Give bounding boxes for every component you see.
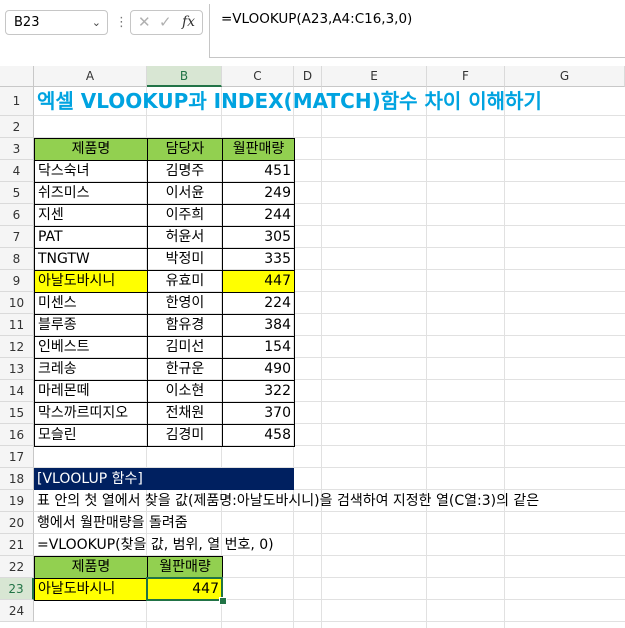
row-header-1[interactable]: 1 <box>0 87 34 116</box>
table-cell[interactable]: PAT <box>34 226 148 249</box>
gridline-col <box>426 87 427 628</box>
column-header-b[interactable]: B <box>147 66 222 87</box>
table-cell[interactable]: 전채원 <box>147 402 223 425</box>
column-header-a[interactable]: A <box>34 66 147 87</box>
enter-icon[interactable]: ✓ <box>159 11 172 34</box>
row-header-21[interactable]: 21 <box>0 534 34 556</box>
table-cell[interactable]: 유효미 <box>147 270 223 293</box>
table-header-cell: 제품명 <box>34 138 148 161</box>
description-line-1: 표 안의 첫 열에서 찾을 값(제품명:아날도바시니)을 검색하여 지정한 열(… <box>37 493 540 509</box>
table-cell[interactable]: 아날도바시니 <box>34 270 148 293</box>
row-header-7[interactable]: 7 <box>0 226 34 248</box>
table-cell[interactable]: 한영이 <box>147 292 223 315</box>
column-header-c[interactable]: C <box>222 66 294 87</box>
syntax-text: =VLOOKUP(찾을 값, 범위, 열 번호, 0) <box>37 537 274 553</box>
table-cell[interactable]: 김명주 <box>147 160 223 183</box>
row-header-13[interactable]: 13 <box>0 358 34 380</box>
row-header-14[interactable]: 14 <box>0 380 34 402</box>
table-cell[interactable]: 김미선 <box>147 336 223 359</box>
table-cell[interactable]: 인베스트 <box>34 336 148 359</box>
table-cell[interactable]: 블루종 <box>34 314 148 337</box>
table-cell[interactable]: 335 <box>222 248 295 271</box>
table-cell[interactable]: 막스까르띠지오 <box>34 402 148 425</box>
table-cell[interactable]: 224 <box>222 292 295 315</box>
column-header-g[interactable]: G <box>505 66 625 87</box>
row-header-10[interactable]: 10 <box>0 292 34 314</box>
column-header-e[interactable]: E <box>322 66 427 87</box>
table-cell[interactable]: 305 <box>222 226 295 249</box>
row-header-18[interactable]: 18 <box>0 468 34 490</box>
column-header-d[interactable]: D <box>294 66 322 87</box>
table-cell[interactable]: 닥스숙녀 <box>34 160 148 183</box>
table-cell[interactable]: 이주희 <box>147 204 223 227</box>
gridline-row <box>34 621 625 622</box>
formula-bar-area: B23 ⌄ ⋮ ✕ ✓ fx =VLOOKUP(A23,A4:C16,3,0) <box>0 0 625 67</box>
table-cell[interactable]: 크레송 <box>34 358 148 381</box>
table-cell[interactable]: 김경미 <box>147 424 223 447</box>
description-line-2: 행에서 월판매량을 돌려줌 <box>37 515 188 531</box>
row-header-2[interactable]: 2 <box>0 116 34 138</box>
gridline-col <box>321 87 322 628</box>
table-cell[interactable]: 447 <box>222 270 295 293</box>
gridline-row <box>34 115 625 116</box>
row-header-19[interactable]: 19 <box>0 490 34 512</box>
row-header-12[interactable]: 12 <box>0 336 34 358</box>
formula-buttons: ✕ ✓ fx <box>130 10 203 35</box>
cancel-icon[interactable]: ✕ <box>138 11 151 34</box>
table-header-cell: 담당자 <box>147 138 223 161</box>
row-header-24[interactable]: 24 <box>0 600 34 622</box>
table-cell[interactable]: 박정미 <box>147 248 223 271</box>
row-header-16[interactable]: 16 <box>0 424 34 446</box>
table-cell[interactable]: 허윤서 <box>147 226 223 249</box>
row-header-4[interactable]: 4 <box>0 160 34 182</box>
name-box[interactable]: B23 ⌄ <box>5 10 108 35</box>
table-cell[interactable]: 384 <box>222 314 295 337</box>
row-header-5[interactable]: 5 <box>0 182 34 204</box>
row-header-20[interactable]: 20 <box>0 512 34 534</box>
table-cell[interactable]: 322 <box>222 380 295 403</box>
lookup-value-cell[interactable]: 아날도바시니 <box>34 578 148 601</box>
chevron-down-icon[interactable]: ⌄ <box>92 11 101 34</box>
row-header-17[interactable]: 17 <box>0 446 34 468</box>
table-cell[interactable]: 쉬즈미스 <box>34 182 148 205</box>
row-header-22[interactable]: 22 <box>0 556 34 578</box>
table-cell[interactable]: 모슬린 <box>34 424 148 447</box>
more-options-icon[interactable]: ⋮ <box>115 10 128 35</box>
table-cell[interactable]: 미센스 <box>34 292 148 315</box>
formula-input[interactable]: =VLOOKUP(A23,A4:C16,3,0) <box>209 4 625 58</box>
table-cell[interactable]: 249 <box>222 182 295 205</box>
table-cell[interactable]: 함유경 <box>147 314 223 337</box>
name-box-value: B23 <box>14 15 40 30</box>
select-all-corner[interactable] <box>0 66 34 87</box>
row-header-11[interactable]: 11 <box>0 314 34 336</box>
row-header-3[interactable]: 3 <box>0 138 34 160</box>
table-cell[interactable]: 154 <box>222 336 295 359</box>
insert-function-icon[interactable]: fx <box>182 11 195 34</box>
lookup-header-cell: 제품명 <box>34 556 148 579</box>
table-cell[interactable]: 이소현 <box>147 380 223 403</box>
table-header-cell: 월판매량 <box>222 138 295 161</box>
table-cell[interactable]: 490 <box>222 358 295 381</box>
row-header-9[interactable]: 9 <box>0 270 34 292</box>
gridline-col <box>504 87 505 628</box>
table-cell[interactable]: 지센 <box>34 204 148 227</box>
active-cell-selection <box>146 577 223 601</box>
table-cell[interactable]: 이서윤 <box>147 182 223 205</box>
table-cell[interactable]: 마레몬떼 <box>34 380 148 403</box>
row-header-23[interactable]: 23 <box>0 578 34 600</box>
column-header-f[interactable]: F <box>427 66 505 87</box>
table-cell[interactable]: TNGTW <box>34 248 148 271</box>
table-cell[interactable]: 458 <box>222 424 295 447</box>
row-header-8[interactable]: 8 <box>0 248 34 270</box>
table-cell[interactable]: 370 <box>222 402 295 425</box>
row-header-15[interactable]: 15 <box>0 402 34 424</box>
lookup-header-cell: 월판매량 <box>147 556 223 579</box>
fill-handle[interactable] <box>219 597 227 605</box>
table-cell[interactable]: 451 <box>222 160 295 183</box>
row-header-6[interactable]: 6 <box>0 204 34 226</box>
table-cell[interactable]: 244 <box>222 204 295 227</box>
sheet-title: 엑셀 VLOOKUP과 INDEX(MATCH)함수 차이 이해하기 <box>37 89 542 113</box>
section-header: [VLOOLUP 함수] <box>34 468 294 490</box>
table-cell[interactable]: 한규운 <box>147 358 223 381</box>
